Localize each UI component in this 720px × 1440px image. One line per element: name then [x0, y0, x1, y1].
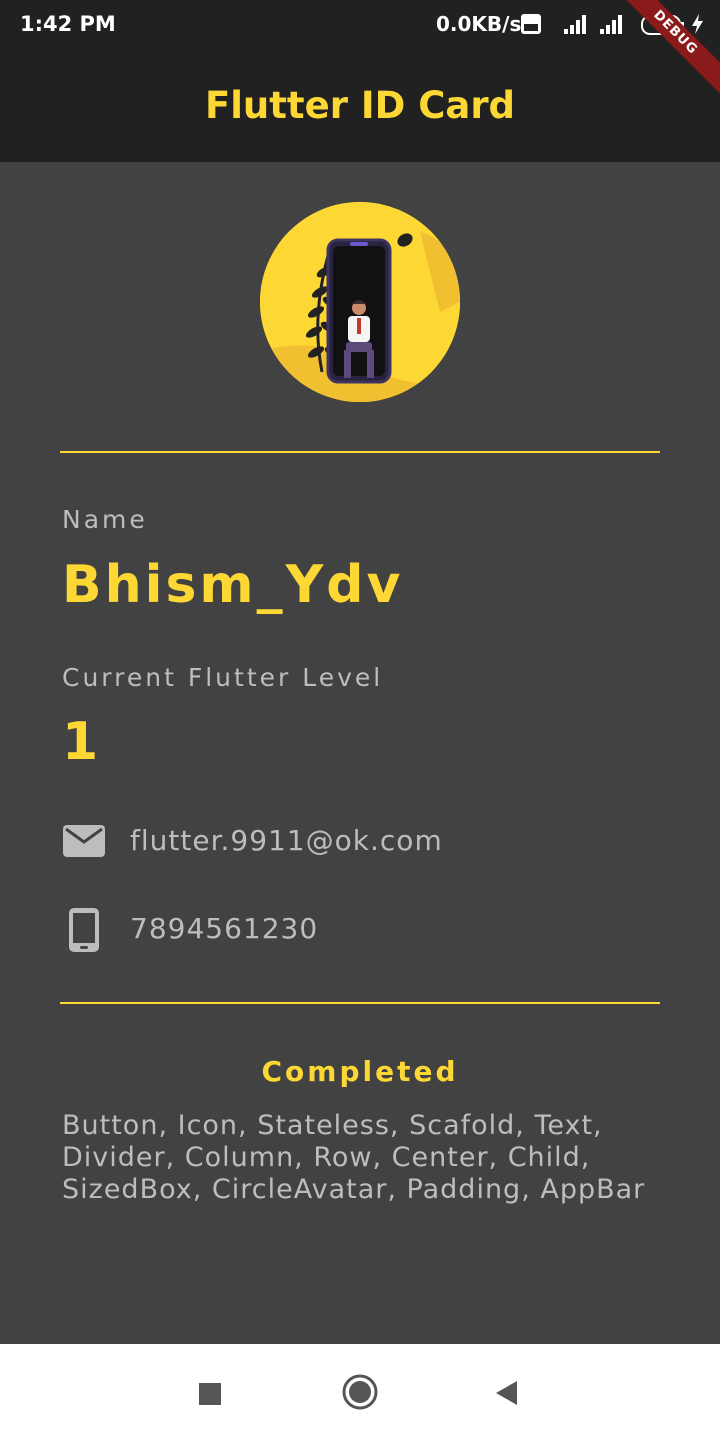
level-label: Current Flutter Level	[62, 663, 384, 692]
signal-4g-icon	[564, 15, 586, 34]
name-value: Bhism_Ydv	[62, 555, 404, 615]
volte-icon	[521, 14, 541, 34]
signal-icon	[600, 15, 622, 34]
email-text: flutter.9911@ok.com	[130, 824, 443, 857]
circle-icon[interactable]	[338, 1372, 382, 1416]
completed-title: Completed	[261, 1055, 459, 1088]
divider-top	[60, 451, 660, 453]
email-icon	[63, 825, 105, 857]
status-time: 1:42 PM	[20, 12, 116, 36]
system-nav-bar	[0, 1344, 720, 1440]
app-bar: Flutter ID Card	[0, 50, 720, 162]
app-bar-title: Flutter ID Card	[204, 84, 516, 127]
status-bar: 1:42 PM 0.0KB/s 84	[0, 0, 720, 50]
divider-bottom	[60, 1002, 660, 1004]
completed-list: Button, Icon, Stateless, Scafold, Text, …	[62, 1110, 646, 1205]
network-speed: 0.0KB/s	[436, 12, 522, 36]
avatar	[260, 202, 460, 402]
square-icon[interactable]	[188, 1372, 232, 1416]
name-label: Name	[62, 505, 148, 534]
level-value: 1	[62, 712, 99, 772]
phone-text: 7894561230	[130, 912, 319, 945]
phone-icon	[69, 908, 99, 952]
charging-icon	[692, 14, 703, 34]
triangle-back-icon[interactable]	[488, 1372, 532, 1416]
avatar-illustration	[260, 202, 460, 402]
